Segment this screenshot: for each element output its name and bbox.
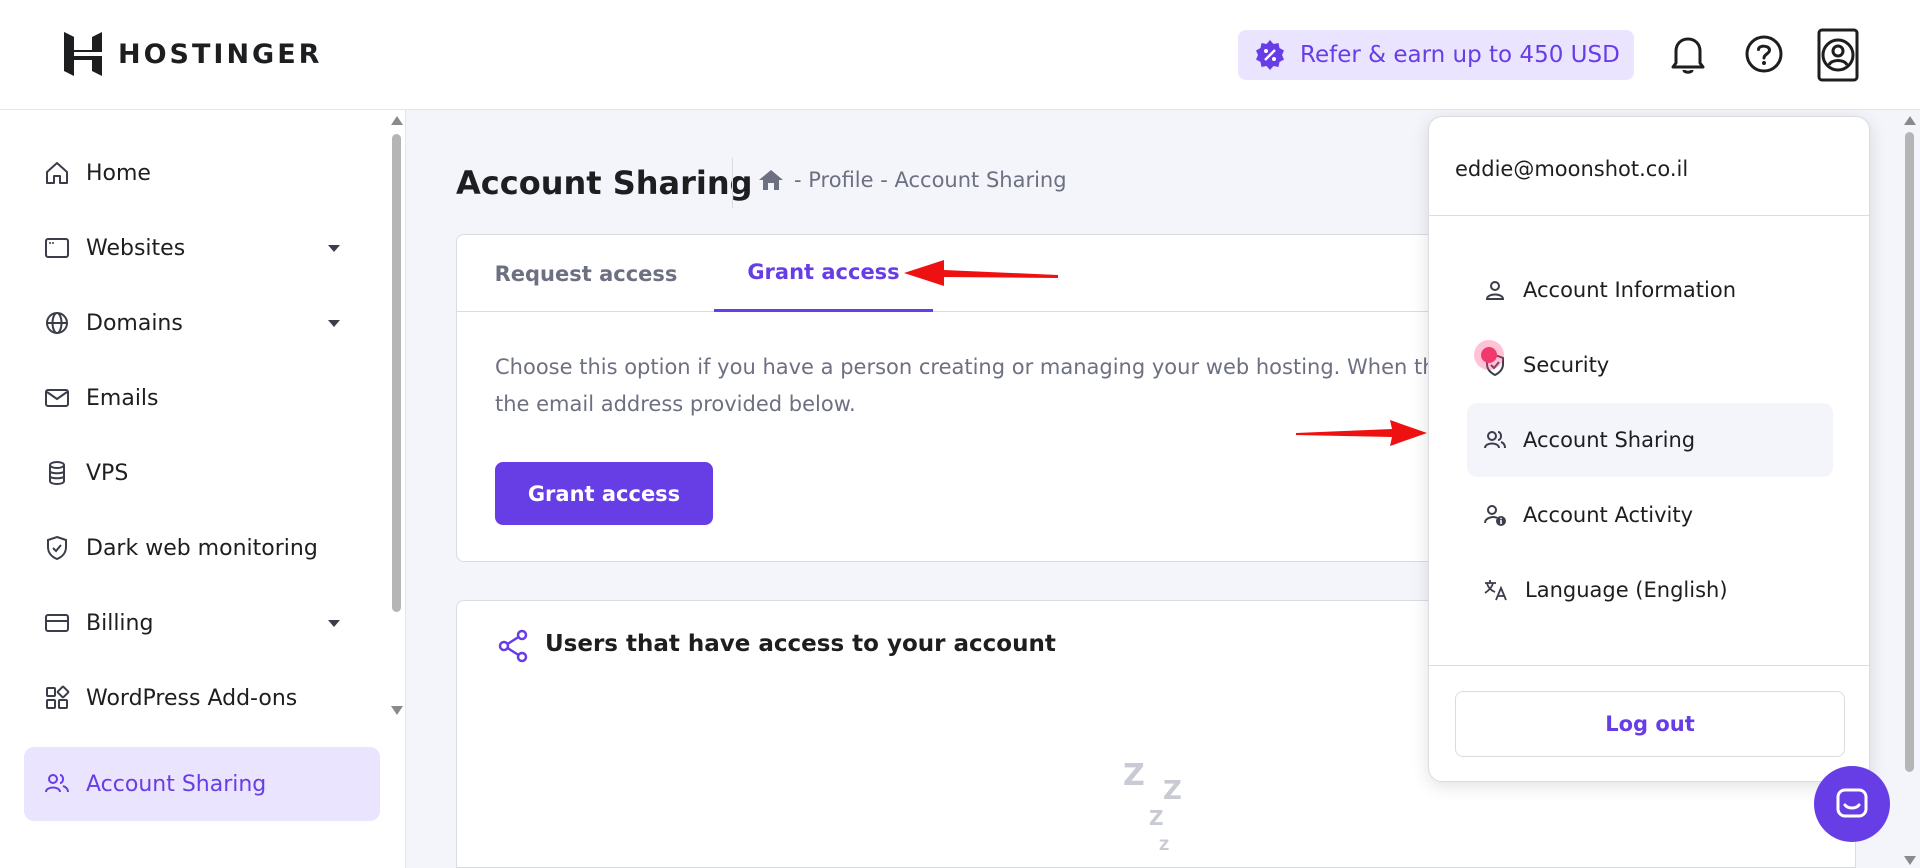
sidebar-item-wordpress-addons[interactable]: WordPress Add-ons bbox=[24, 661, 380, 735]
sidebar-item-label: Account Sharing bbox=[86, 771, 267, 797]
sidebar-item-dark-web-monitoring[interactable]: Dark web monitoring bbox=[24, 511, 380, 585]
chevron-down-icon[interactable] bbox=[328, 245, 340, 252]
menu-item-label: Security bbox=[1523, 353, 1610, 377]
users-access-title: Users that have access to your account bbox=[545, 631, 1056, 657]
title-divider bbox=[732, 158, 733, 208]
translate-icon bbox=[1483, 578, 1509, 602]
divider bbox=[1429, 215, 1869, 216]
profile-avatar-icon[interactable] bbox=[1816, 28, 1860, 82]
sidebar-item-label: WordPress Add-ons bbox=[86, 685, 298, 711]
sidebar-item-label: Billing bbox=[86, 610, 154, 636]
refer-earn-banner[interactable]: Refer & earn up to 450 USD bbox=[1238, 30, 1634, 80]
divider bbox=[1429, 665, 1869, 666]
share-icon bbox=[497, 629, 529, 663]
menu-item-label: Account Sharing bbox=[1523, 428, 1696, 452]
sidebar-item-domains[interactable]: Domains bbox=[24, 286, 380, 360]
hostinger-logo[interactable]: HOSTINGER bbox=[62, 30, 322, 78]
breadcrumb: - Profile - Account Sharing bbox=[758, 168, 1067, 192]
sidebar-item-vps[interactable]: VPS bbox=[24, 436, 380, 510]
sidebar-item-websites[interactable]: Websites bbox=[24, 211, 380, 285]
home-icon[interactable] bbox=[758, 168, 784, 192]
home-icon bbox=[44, 160, 70, 186]
addons-grid-icon bbox=[44, 685, 70, 711]
menu-item-account-sharing[interactable]: Account Sharing bbox=[1467, 403, 1833, 477]
discount-badge-icon bbox=[1254, 39, 1286, 71]
main-scrollbar[interactable] bbox=[1900, 110, 1920, 868]
brand-name: HOSTINGER bbox=[118, 38, 323, 70]
credit-card-icon bbox=[44, 610, 70, 636]
hostinger-logo-icon bbox=[62, 30, 104, 78]
chevron-down-icon[interactable] bbox=[328, 320, 340, 327]
sidebar-item-label: Domains bbox=[86, 310, 183, 336]
user-icon bbox=[1483, 278, 1507, 302]
cursor-click-indicator bbox=[1474, 340, 1504, 370]
grant-access-button[interactable]: Grant access bbox=[495, 462, 713, 525]
sidebar-item-label: Home bbox=[86, 160, 151, 186]
sidebar: Home Websites Domains Emails VPS Dark we… bbox=[0, 110, 406, 868]
help-icon[interactable] bbox=[1742, 32, 1786, 76]
tab-grant-access[interactable]: Grant access bbox=[714, 235, 933, 312]
chevron-down-icon[interactable] bbox=[328, 620, 340, 627]
sidebar-item-billing[interactable]: Billing bbox=[24, 586, 380, 660]
user-info-icon bbox=[1483, 503, 1507, 527]
chat-bubble-icon bbox=[1835, 787, 1869, 821]
chat-support-button[interactable] bbox=[1814, 766, 1890, 842]
sidebar-item-label: Dark web monitoring bbox=[86, 535, 318, 561]
logout-button[interactable]: Log out bbox=[1455, 691, 1845, 757]
sidebar-item-account-sharing[interactable]: Account Sharing bbox=[24, 747, 380, 821]
scrollbar-thumb[interactable] bbox=[392, 134, 401, 612]
scroll-down-arrow-icon[interactable] bbox=[391, 706, 403, 715]
breadcrumb-path[interactable]: - Profile - Account Sharing bbox=[794, 168, 1067, 192]
sidebar-item-emails[interactable]: Emails bbox=[24, 361, 380, 435]
menu-item-label: Account Activity bbox=[1523, 503, 1693, 527]
envelope-icon bbox=[44, 385, 70, 411]
menu-item-account-activity[interactable]: Account Activity bbox=[1467, 478, 1833, 552]
sidebar-item-label: Emails bbox=[86, 385, 159, 411]
account-email: eddie@moonshot.co.il bbox=[1455, 157, 1689, 181]
scroll-down-arrow-icon[interactable] bbox=[1904, 856, 1916, 865]
database-icon bbox=[44, 460, 70, 486]
bell-icon[interactable] bbox=[1666, 32, 1710, 76]
tab-request-access[interactable]: Request access bbox=[457, 235, 715, 312]
sidebar-item-label: VPS bbox=[86, 460, 129, 486]
menu-item-security[interactable]: Security bbox=[1467, 328, 1833, 402]
page-title: Account Sharing bbox=[456, 164, 753, 202]
shield-check-icon bbox=[44, 535, 70, 561]
annotation-arrow-grant-tab bbox=[904, 260, 1058, 286]
scroll-up-arrow-icon[interactable] bbox=[1904, 116, 1916, 125]
menu-item-account-information[interactable]: Account Information bbox=[1467, 253, 1833, 327]
menu-item-label: Account Information bbox=[1523, 278, 1737, 302]
scroll-up-arrow-icon[interactable] bbox=[391, 116, 403, 125]
users-icon bbox=[1483, 428, 1507, 452]
menu-item-label: Language (English) bbox=[1525, 578, 1728, 602]
sidebar-item-home[interactable]: Home bbox=[24, 136, 380, 210]
top-header: HOSTINGER Refer & earn up to 450 USD bbox=[0, 0, 1920, 110]
profile-dropdown-menu: eddie@moonshot.co.il Account Information… bbox=[1428, 116, 1870, 782]
globe-icon bbox=[44, 310, 70, 336]
annotation-arrow-account-sharing bbox=[1296, 420, 1427, 446]
sidebar-scrollbar[interactable] bbox=[389, 110, 403, 868]
browser-window-icon bbox=[44, 235, 70, 261]
menu-item-language[interactable]: Language (English) bbox=[1467, 553, 1833, 627]
sidebar-item-label: Websites bbox=[86, 235, 186, 261]
refer-label: Refer & earn up to 450 USD bbox=[1300, 42, 1620, 68]
users-icon bbox=[44, 771, 70, 797]
scrollbar-thumb[interactable] bbox=[1905, 132, 1914, 772]
